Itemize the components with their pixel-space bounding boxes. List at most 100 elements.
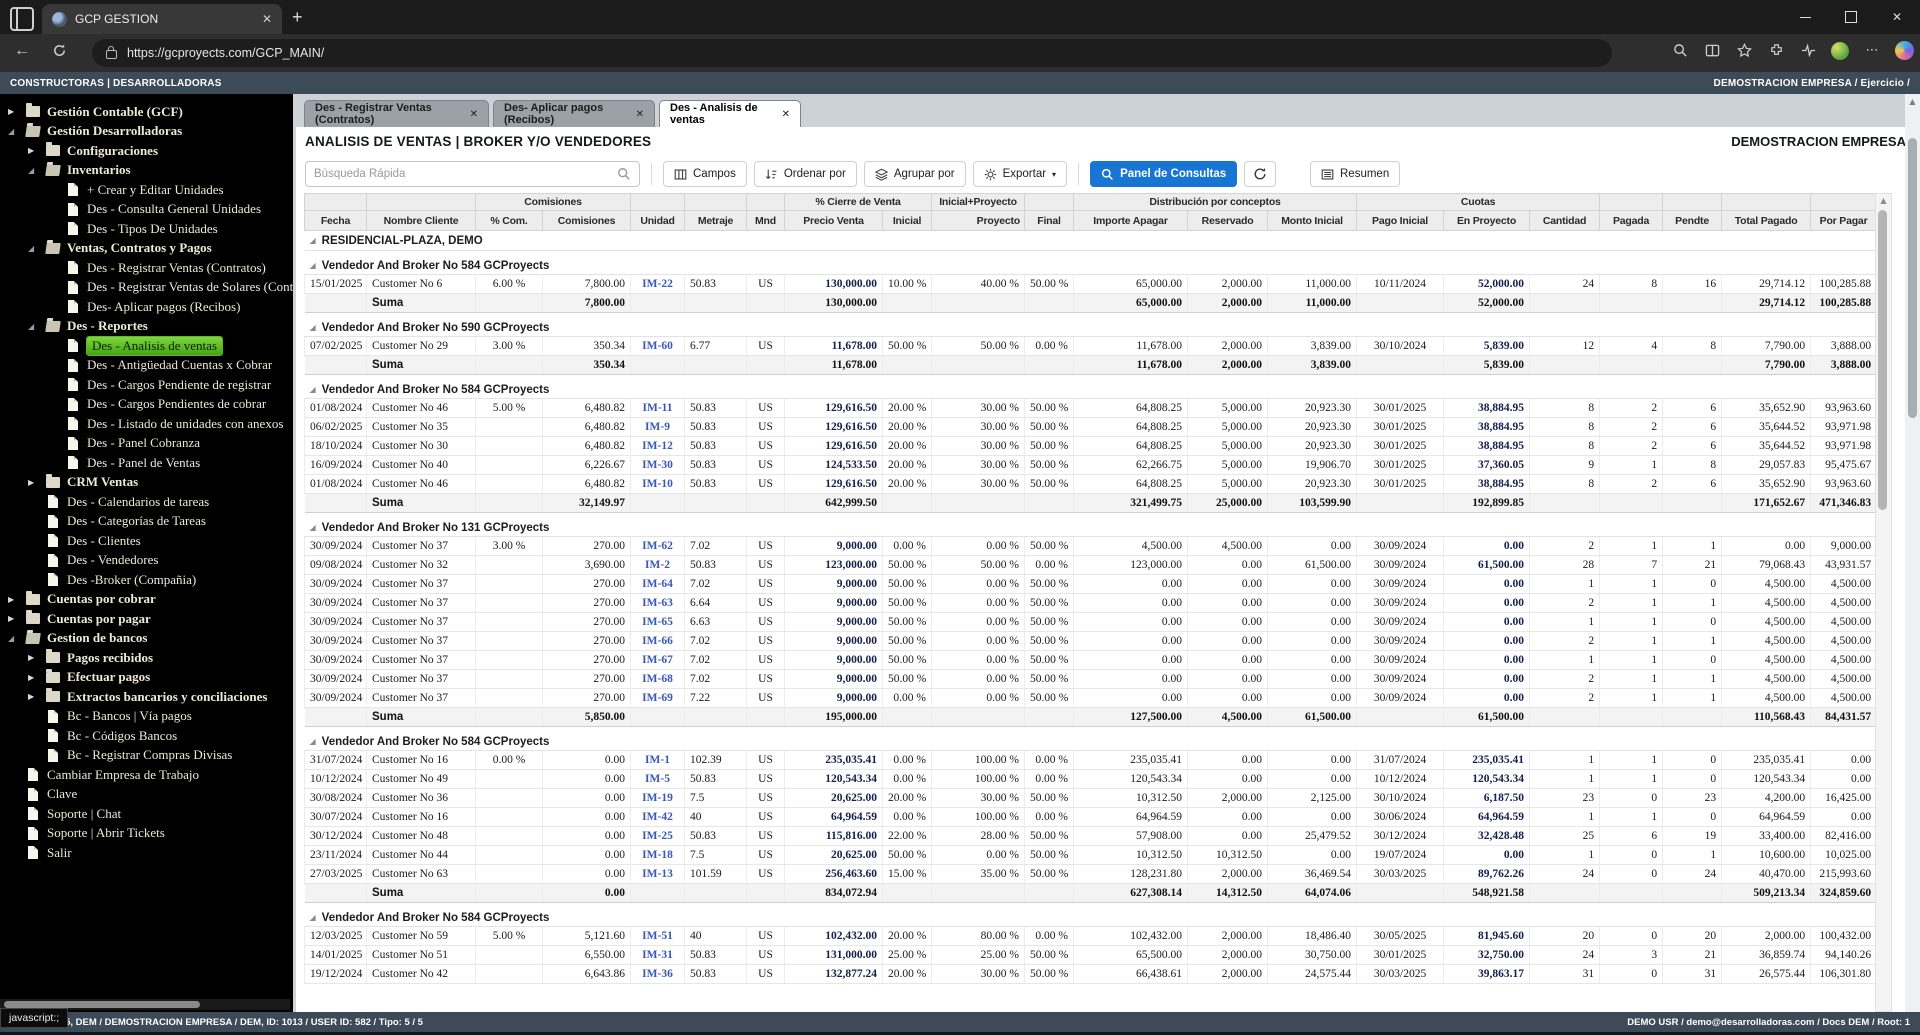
sidebar-item[interactable]: Soporte | Abrir Tickets — [0, 824, 293, 844]
collapse-icon[interactable]: ◢ — [28, 166, 44, 175]
favorites-star-icon[interactable] — [1735, 42, 1753, 60]
exportar-button[interactable]: Exportar ▾ — [972, 161, 1068, 187]
page-vertical-scrollbar[interactable]: ▲ — [1905, 94, 1920, 1012]
column-header[interactable]: Fecha — [304, 210, 367, 231]
collapse-group-icon[interactable]: ◢ — [310, 737, 316, 746]
sidebar-item[interactable]: Des - Cargos Pendiente de registrar — [0, 375, 293, 395]
unit-link[interactable]: IM-67 — [642, 654, 673, 666]
refresh-button[interactable] — [1244, 161, 1277, 187]
collapse-group-icon[interactable]: ◢ — [310, 236, 316, 245]
vendor-group-row[interactable]: ◢ Vendedor And Broker No 590 GCProyects — [304, 312, 1877, 337]
sidebar-item[interactable]: ◢ Gestión Desarrolladoras — [0, 122, 293, 142]
sidebar-item[interactable]: ◢ Des - Reportes — [0, 317, 293, 337]
table-row[interactable]: 01/08/2024 Customer No 46 6,480.82 IM-10 50.… — [304, 474, 1878, 494]
column-header[interactable]: Por Pagar — [1810, 210, 1878, 231]
window-maximize-button[interactable] — [1828, 0, 1874, 34]
table-row[interactable]: 30/09/2024 Customer No 37 3.00 % 270.00 IM-6… — [304, 536, 1878, 556]
browser-tab[interactable]: GCP GESTION ✕ — [42, 4, 282, 34]
unit-link[interactable]: IM-12 — [642, 440, 673, 452]
sidebar-item[interactable]: ◢ Inventarios — [0, 161, 293, 181]
unit-link[interactable]: IM-2 — [645, 559, 670, 571]
sidebar-item[interactable]: Des- Aplicar pagos (Recibos) — [0, 297, 293, 317]
column-header[interactable]: Pendte — [1662, 210, 1723, 231]
table-row[interactable]: 30/07/2024 Customer No 16 0.00 IM-42 40 US 64,… — [304, 807, 1878, 827]
column-header[interactable]: Pagada — [1599, 210, 1664, 231]
unit-link[interactable]: IM-9 — [645, 421, 670, 433]
sidebar-item[interactable]: Des - Tipos De Unidades — [0, 219, 293, 239]
sidebar-item[interactable]: Soporte | Chat — [0, 804, 293, 824]
column-header[interactable]: Reservado — [1187, 210, 1269, 231]
collapse-group-icon[interactable]: ◢ — [310, 261, 316, 270]
ordenar-button[interactable]: Ordenar por — [753, 161, 857, 187]
column-header[interactable]: Unidad — [630, 210, 686, 231]
collapse-group-icon[interactable]: ◢ — [310, 523, 316, 532]
table-row[interactable]: 30/09/2024 Customer No 37 270.00 IM-69 7.22 U… — [304, 688, 1878, 708]
doc-tab[interactable]: Des- Aplicar pagos (Recibos) ✕ — [493, 100, 655, 127]
unit-link[interactable]: IM-69 — [642, 692, 673, 704]
table-row[interactable]: 15/01/2025 Customer No 6 6.00 % 7,800.00 IM-… — [304, 274, 1878, 294]
table-row[interactable]: 07/02/2025 Customer No 29 3.00 % 350.34 IM-6… — [304, 336, 1878, 356]
campos-button[interactable]: Campos — [663, 161, 747, 187]
sidebar-item[interactable]: ▶ Gestión Contable (GCF) — [0, 102, 293, 122]
expand-icon[interactable]: ▶ — [28, 692, 44, 701]
unit-link[interactable]: IM-65 — [642, 616, 673, 628]
sidebar-item[interactable]: Bc - Registrar Compras Divisas — [0, 746, 293, 766]
unit-link[interactable]: IM-51 — [642, 930, 673, 942]
sidebar-item[interactable]: Bc - Bancos | Vía pagos — [0, 707, 293, 727]
vendor-group-row[interactable]: ◢ Vendedor And Broker No 584 GCProyects — [304, 374, 1877, 399]
vendor-group-row[interactable]: ◢ Vendedor And Broker No 584 GCProyects — [304, 902, 1877, 927]
sidebar-item[interactable]: + Crear y Editar Unidades — [0, 180, 293, 200]
sidebar-item[interactable]: Des - Vendedores — [0, 551, 293, 571]
sidebar-item[interactable]: Des - Panel de Ventas — [0, 453, 293, 473]
table-row[interactable]: 27/03/2025 Customer No 63 0.00 IM-13 101.59 U… — [304, 864, 1878, 884]
table-row[interactable]: 01/08/2024 Customer No 46 5.00 % 6,480.82 IM… — [304, 398, 1878, 418]
extensions-icon[interactable] — [1767, 42, 1785, 60]
sidebar-item[interactable]: Clave — [0, 785, 293, 805]
sidebar-item[interactable]: Des - Panel Cobranza — [0, 434, 293, 454]
expand-icon[interactable]: ▶ — [8, 107, 24, 116]
expand-icon[interactable]: ▶ — [8, 595, 24, 604]
scroll-up-icon[interactable]: ▲ — [1876, 196, 1891, 205]
unit-link[interactable]: IM-42 — [642, 811, 673, 823]
sidebar-item[interactable]: Des - Clientes — [0, 531, 293, 551]
zoom-search-icon[interactable] — [1671, 42, 1689, 60]
unit-link[interactable]: IM-13 — [642, 868, 673, 880]
page-scroll-thumb[interactable] — [1908, 138, 1917, 418]
collapse-group-icon[interactable]: ◢ — [310, 913, 316, 922]
unit-link[interactable]: IM-60 — [642, 340, 673, 352]
sidebar-item[interactable]: Des - Antigüedad Cuentas x Cobrar — [0, 356, 293, 376]
sidebar-item[interactable]: Des - Listado de unidades con anexos — [0, 414, 293, 434]
sidebar-item[interactable]: Des - Registrar Ventas de Solares (Contr… — [0, 278, 293, 298]
grid-vertical-scrollbar[interactable]: ▲ — [1875, 193, 1892, 1012]
doc-tab[interactable]: Des - Registrar Ventas (Contratos) ✕ — [304, 100, 489, 127]
sidebar-item[interactable]: Des -Broker (Compañia) — [0, 570, 293, 590]
column-header[interactable]: Proyecto — [931, 210, 1026, 231]
table-row[interactable]: 30/09/2024 Customer No 37 270.00 IM-66 7.02 U… — [304, 631, 1878, 651]
unit-link[interactable]: IM-25 — [642, 830, 673, 842]
project-group-row[interactable]: ◢ RESIDENCIAL-PLAZA, DEMO — [304, 230, 1877, 251]
vendor-group-row[interactable]: ◢ Vendedor And Broker No 584 GCProyects — [304, 726, 1877, 751]
unit-link[interactable]: IM-10 — [642, 478, 673, 490]
sidebar-item[interactable]: Des - Calendarios de tareas — [0, 492, 293, 512]
table-row[interactable]: 06/02/2025 Customer No 35 6,480.82 IM-9 50.8… — [304, 417, 1878, 437]
table-row[interactable]: 16/09/2024 Customer No 40 6,226.67 IM-30 50.… — [304, 455, 1878, 475]
copilot-icon[interactable] — [1895, 41, 1914, 60]
table-row[interactable]: 30/09/2024 Customer No 37 270.00 IM-64 7.02 U… — [304, 574, 1878, 594]
collapse-icon[interactable]: ◢ — [28, 244, 44, 253]
profile-avatar[interactable] — [1831, 41, 1849, 60]
collapse-group-icon[interactable]: ◢ — [310, 323, 316, 332]
vendor-group-row[interactable]: ◢ Vendedor And Broker No 584 GCProyects — [304, 250, 1877, 275]
column-header[interactable]: Inicial — [882, 210, 933, 231]
table-row[interactable]: 30/09/2024 Customer No 37 270.00 IM-63 6.64 U… — [304, 593, 1878, 613]
reload-icon[interactable] — [52, 43, 67, 63]
browser-essentials-icon[interactable] — [1799, 42, 1817, 60]
doc-tab-close-icon[interactable]: ✕ — [636, 109, 644, 120]
unit-link[interactable]: IM-62 — [642, 540, 673, 552]
doc-tab-close-icon[interactable]: ✕ — [782, 109, 790, 120]
back-icon[interactable]: ← — [14, 42, 30, 60]
column-header[interactable]: Nombre Cliente — [366, 210, 476, 231]
sidebar-item[interactable]: Cambiar Empresa de Trabajo — [0, 765, 293, 785]
expand-icon[interactable]: ▶ — [28, 478, 44, 487]
table-row[interactable]: 30/09/2024 Customer No 37 270.00 IM-68 7.02 U… — [304, 669, 1878, 689]
table-row[interactable]: 10/12/2024 Customer No 49 0.00 IM-5 50.83 US 1… — [304, 769, 1878, 789]
